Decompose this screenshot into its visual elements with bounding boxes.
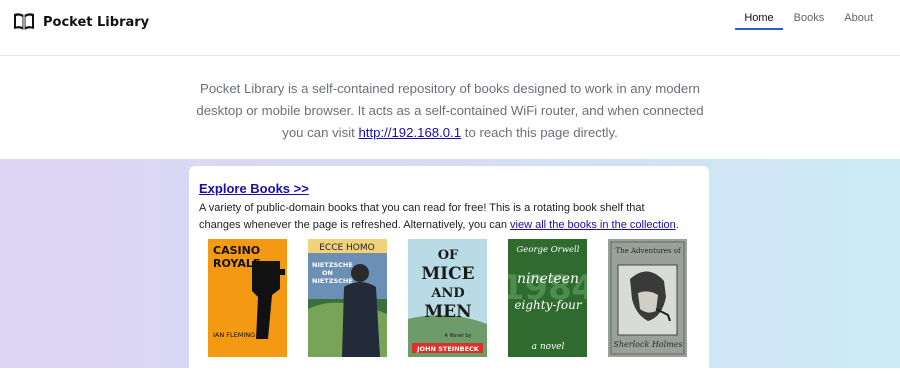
nav-about[interactable]: About <box>834 12 883 32</box>
brand-name: Pocket Library <box>43 14 150 30</box>
intro-text: Pocket Library is a self-contained repos… <box>196 81 704 140</box>
explore-card: Explore Books >> A variety of public-dom… <box>189 166 709 376</box>
svg-text:Sherlock Holmes: Sherlock Holmes <box>613 340 682 349</box>
svg-text:CASINO: CASINO <box>213 244 260 257</box>
svg-text:MICE: MICE <box>421 264 474 284</box>
book-cover-ecce-homo[interactable]: ECCE HOMO NIETZSCHE ON NIETZSCHE <box>308 239 387 357</box>
brand[interactable]: Pocket Library <box>13 12 149 32</box>
nav-home[interactable]: Home <box>734 12 784 32</box>
svg-text:MEN: MEN <box>424 302 471 322</box>
svg-text:A Novel by: A Novel by <box>445 333 472 339</box>
book-cover-sherlock-holmes[interactable]: The Adventures of Sherlock Holmes <box>608 239 687 357</box>
svg-text:JOHN STEINBECK: JOHN STEINBECK <box>416 345 480 353</box>
view-all-books-link[interactable]: view all the books in the collection <box>510 219 676 231</box>
open-book-icon <box>13 12 35 32</box>
top-navbar: Pocket Library Home Books About <box>0 0 900 56</box>
router-link[interactable]: http://192.168.0.1 <box>358 125 461 140</box>
svg-text:AND: AND <box>430 286 464 301</box>
svg-text:nineteen: nineteen <box>517 271 579 287</box>
book-cover-of-mice-and-men[interactable]: OF MICE AND MEN A Novel by JOHN STEINBEC… <box>408 239 487 357</box>
svg-text:George Orwell: George Orwell <box>517 245 580 255</box>
intro-section: Pocket Library is a self-contained repos… <box>0 56 900 159</box>
book-cover-casino-royale[interactable]: CASINO ROYALE IAN FLEMING <box>208 239 287 357</box>
svg-text:ECCE HOMO: ECCE HOMO <box>319 243 375 253</box>
book-cover-nineteen-eighty-four[interactable]: George Orwell 1984 nineteen eighty-four … <box>508 239 587 357</box>
main-nav: Home Books About <box>734 12 883 32</box>
svg-text:NIETZSCHE: NIETZSCHE <box>312 261 353 269</box>
book-shelf: CASINO ROYALE IAN FLEMING ECCE HOMO NIET… <box>208 239 687 357</box>
svg-text:ON: ON <box>322 269 333 277</box>
explore-band: Explore Books >> A variety of public-dom… <box>0 159 900 376</box>
explore-description: A variety of public-domain books that yo… <box>199 202 679 231</box>
svg-text:eighty-four: eighty-four <box>514 298 582 312</box>
svg-text:NIETZSCHE: NIETZSCHE <box>312 277 353 285</box>
explore-books-link[interactable]: Explore Books >> <box>199 181 309 196</box>
svg-text:The Adventures of: The Adventures of <box>615 247 682 255</box>
svg-text:IAN FLEMING: IAN FLEMING <box>213 331 255 339</box>
svg-text:OF: OF <box>438 248 459 263</box>
nav-books[interactable]: Books <box>784 12 835 32</box>
svg-text:a novel: a novel <box>532 342 565 352</box>
